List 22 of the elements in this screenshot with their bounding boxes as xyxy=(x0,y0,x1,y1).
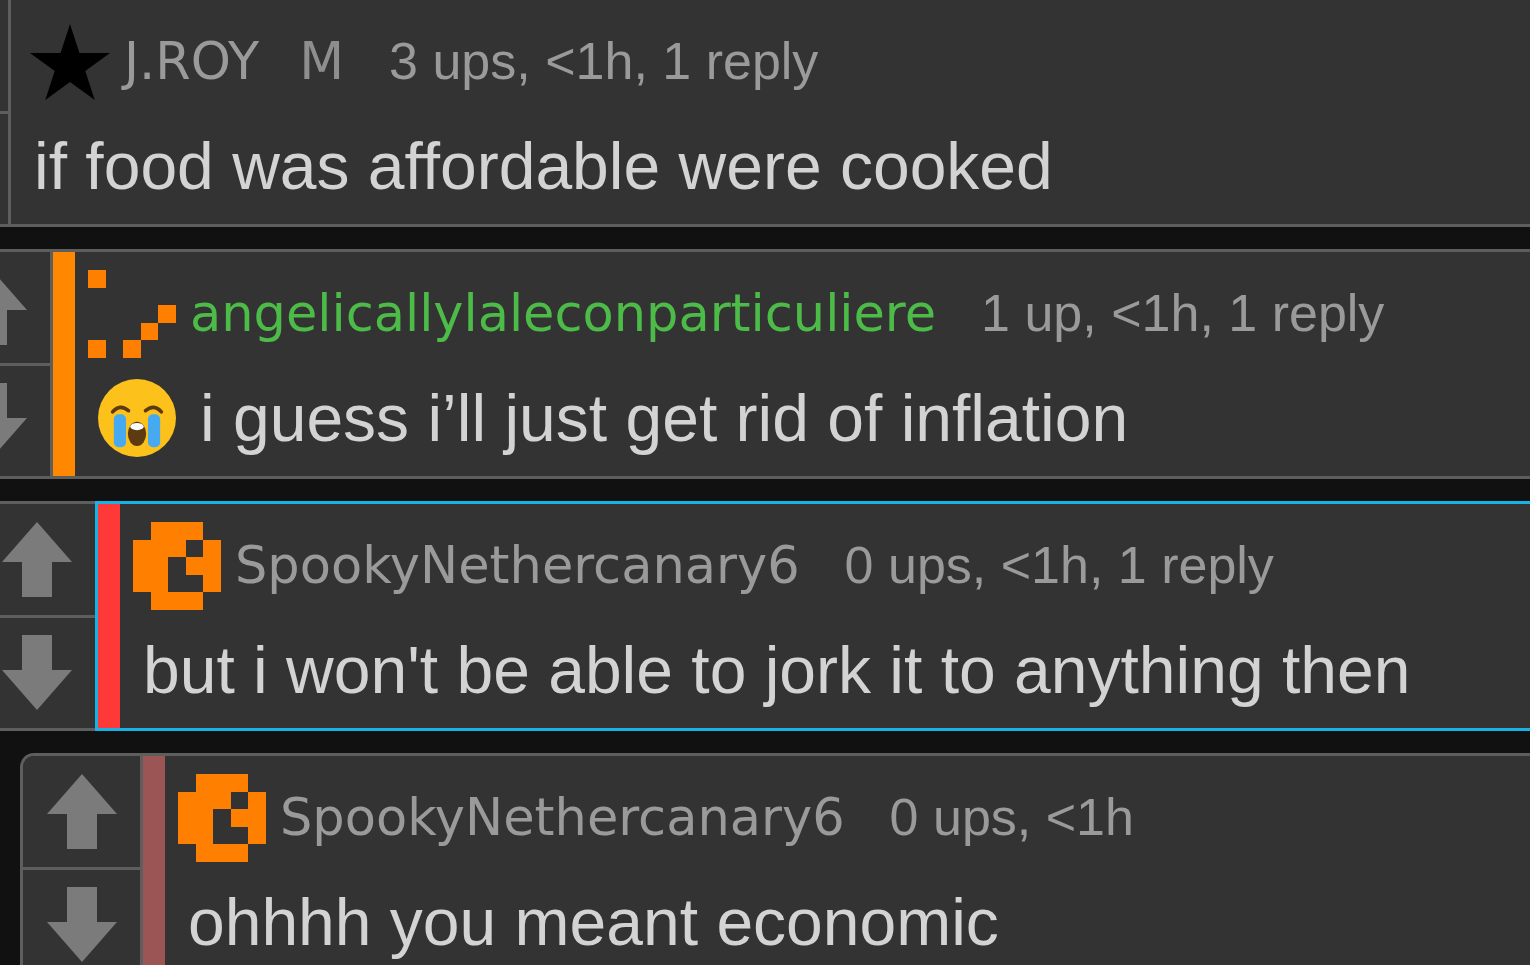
downvote-button[interactable] xyxy=(23,866,140,965)
comment-meta: 0 ups, <1h xyxy=(889,788,1134,848)
star-icon xyxy=(30,24,110,100)
user-label: M xyxy=(299,32,345,92)
up-arrow-icon xyxy=(1,521,72,597)
down-arrow-icon xyxy=(1,635,72,711)
comment-text: but i won't be able to jork it to anything then xyxy=(143,632,1411,708)
pixel-avatar-icon xyxy=(88,270,176,358)
comment-meta: 3 ups, <1h, 1 reply xyxy=(389,32,819,92)
comment-meta: 1 up, <1h, 1 reply xyxy=(981,284,1385,344)
comment-text: if food was affordable were cooked xyxy=(34,128,1053,204)
crying-face-icon xyxy=(98,379,176,457)
comment-text: ohhhh you meant economic xyxy=(188,884,999,960)
comment-meta: 0 ups, <1h, 1 reply xyxy=(844,536,1274,596)
username[interactable]: SpookyNethercanary6 xyxy=(280,788,845,848)
pixel-avatar-icon xyxy=(178,774,266,862)
up-arrow-icon xyxy=(46,773,117,849)
pixel-avatar-icon xyxy=(133,522,221,610)
username[interactable]: angelicallylaleconparticuliere xyxy=(190,284,937,344)
username[interactable]: SpookyNethercanary6 xyxy=(235,536,800,596)
comment-text: i guess i’ll just get rid of inflation xyxy=(200,380,1129,456)
down-arrow-icon xyxy=(46,887,117,963)
